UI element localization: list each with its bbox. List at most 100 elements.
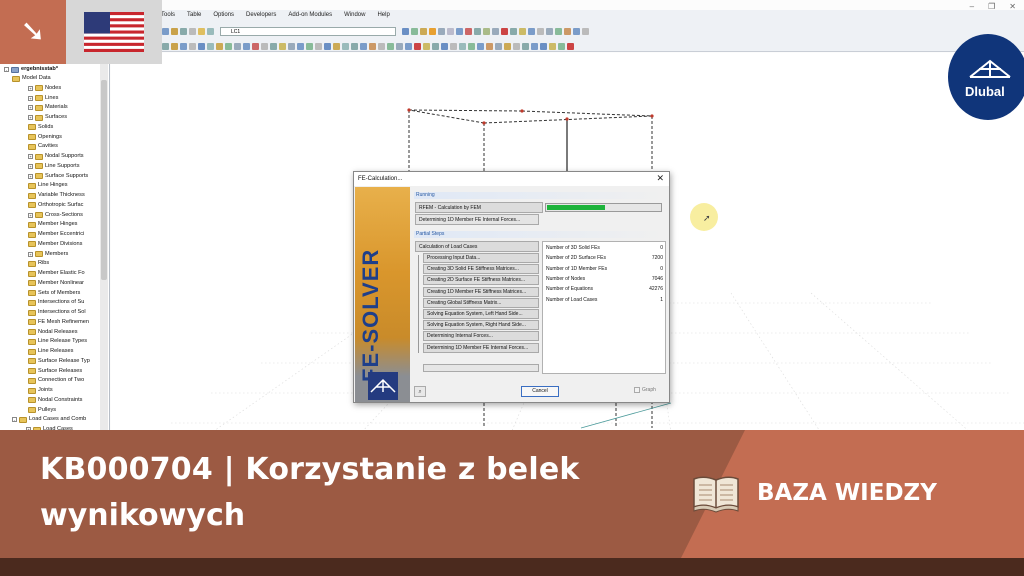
toolbar-icon[interactable] [558, 42, 565, 50]
menu-table[interactable]: Table [186, 12, 202, 24]
toolbar-icon[interactable] [288, 42, 295, 50]
cancel-button[interactable]: Cancel [521, 386, 559, 397]
tree-item[interactable]: Intersections of Su [28, 298, 84, 307]
toolbar-icon[interactable] [477, 42, 484, 50]
toolbar-icon[interactable] [567, 42, 574, 50]
toolbar-icon[interactable] [162, 42, 169, 50]
toolbar-icon[interactable] [234, 42, 241, 50]
tree-item[interactable]: Nodal Constraints [28, 396, 82, 405]
toolbar-icon[interactable] [171, 42, 178, 50]
toolbar-icon[interactable] [555, 27, 562, 35]
tree-item[interactable]: Pulleys [28, 406, 56, 415]
toolbar-icon[interactable] [456, 27, 463, 35]
tree-item[interactable]: Member Nonlinear [28, 279, 84, 288]
toolbar-icon[interactable] [180, 27, 187, 35]
tree-item[interactable]: Joints [28, 386, 53, 395]
toolbar-icon[interactable] [216, 42, 223, 50]
toolbar-icon[interactable] [324, 42, 331, 50]
toolbar-icon[interactable] [510, 27, 517, 35]
toolbar-icon[interactable] [450, 42, 457, 50]
menu-help[interactable]: Help [376, 12, 390, 24]
search-icon[interactable]: ⌕ [414, 386, 426, 397]
menu-options[interactable]: Options [212, 12, 235, 24]
toolbar-icon[interactable] [342, 42, 349, 50]
toolbar-icon[interactable] [243, 42, 250, 50]
toolbar-icon[interactable] [252, 42, 259, 50]
toolbar-icon[interactable] [573, 27, 580, 35]
toolbar-icon[interactable] [420, 27, 427, 35]
tree-item[interactable]: Sets of Members [28, 289, 80, 298]
tree-item[interactable]: Intersections of Sol [28, 308, 86, 317]
tree-item[interactable]: Cavities [28, 142, 58, 151]
tree-item[interactable]: - Load Cases and Comb [12, 415, 86, 424]
toolbar-icon[interactable] [297, 42, 304, 50]
tree-item[interactable]: + Materials [28, 103, 68, 112]
menu-window[interactable]: Window [343, 12, 366, 24]
restore-button[interactable]: ❐ [988, 2, 995, 11]
tree-item[interactable]: Connection of Two [28, 376, 84, 385]
toolbar-icon[interactable] [279, 42, 286, 50]
toolbar-icon[interactable] [180, 42, 187, 50]
expand-icon[interactable]: + [28, 105, 33, 111]
tree-item[interactable]: Nodal Releases [28, 328, 78, 337]
collapse-icon[interactable]: - [4, 67, 9, 72]
tree-scrollbar-thumb[interactable] [101, 80, 107, 280]
tree-item[interactable]: Variable Thickness [28, 191, 85, 200]
toolbar-icon[interactable] [414, 42, 421, 50]
toolbar-icon[interactable] [207, 42, 214, 50]
expand-icon[interactable]: + [28, 251, 33, 257]
toolbar-icon[interactable] [537, 27, 544, 35]
toolbar-icon[interactable] [306, 42, 313, 50]
toolbar-icon[interactable] [549, 42, 556, 50]
tree-item[interactable]: FE Mesh Refinemen [28, 318, 89, 327]
toolbar-icon[interactable] [441, 42, 448, 50]
close-icon[interactable]: ✕ [656, 173, 664, 184]
tree-item[interactable]: Openings [28, 133, 62, 142]
toolbar-icon[interactable] [315, 42, 322, 50]
toolbar-icon[interactable] [396, 42, 403, 50]
toolbar-icon[interactable] [429, 27, 436, 35]
toolbar-icon[interactable] [459, 42, 466, 50]
tree-item[interactable]: Model Data [12, 74, 51, 83]
menu-tools[interactable]: Tools [160, 12, 176, 24]
toolbar-icon[interactable] [351, 42, 358, 50]
tree-item[interactable]: Line Hinges [28, 181, 68, 190]
toolbar-icon[interactable] [171, 27, 178, 35]
toolbar-icon[interactable] [387, 42, 394, 50]
expand-icon[interactable]: + [28, 85, 33, 91]
expand-icon[interactable]: + [28, 163, 33, 169]
toolbar-icon[interactable] [162, 27, 169, 35]
toolbar-icon[interactable] [261, 42, 268, 50]
toolbar-icon[interactable] [465, 27, 472, 35]
toolbar-icon[interactable] [546, 27, 553, 35]
toolbar-icon[interactable] [486, 42, 493, 50]
tree-item[interactable]: Member Divisions [28, 240, 82, 249]
toolbar-icon[interactable] [270, 42, 277, 50]
toolbar-icon[interactable] [468, 42, 475, 50]
tree-item[interactable]: + Cross-Sections [28, 211, 83, 220]
toolbar-icon[interactable] [360, 42, 367, 50]
toolbar-icon[interactable] [369, 42, 376, 50]
tree-item[interactable]: Line Release Types [28, 337, 87, 346]
tree-root[interactable]: - ergebnisstab* [4, 65, 58, 74]
toolbar-icon[interactable] [531, 42, 538, 50]
toolbar-icon[interactable] [447, 27, 454, 35]
toolbar-icon[interactable] [504, 42, 511, 50]
tree-item[interactable]: Solids [28, 123, 53, 132]
checkbox-icon[interactable] [634, 387, 640, 393]
toolbar-icon[interactable] [207, 27, 214, 35]
tree-item[interactable]: + Line Supports [28, 162, 80, 171]
toolbar-icon[interactable] [564, 27, 571, 35]
tree-item[interactable]: + Members [28, 250, 68, 259]
toolbar-icon[interactable] [474, 27, 481, 35]
toolbar-icon[interactable] [378, 42, 385, 50]
toolbar-icon[interactable] [225, 42, 232, 50]
toolbar-icon[interactable] [411, 27, 418, 35]
tree-item[interactable]: + Surface Supports [28, 172, 88, 181]
toolbar-icon[interactable] [189, 27, 196, 35]
menu-developers[interactable]: Developers [245, 12, 277, 24]
graph-checkbox[interactable]: Graph [634, 387, 656, 393]
toolbar-icon[interactable] [582, 27, 589, 35]
tree-item[interactable]: + Lines [28, 94, 58, 103]
toolbar-icon[interactable] [492, 27, 499, 35]
